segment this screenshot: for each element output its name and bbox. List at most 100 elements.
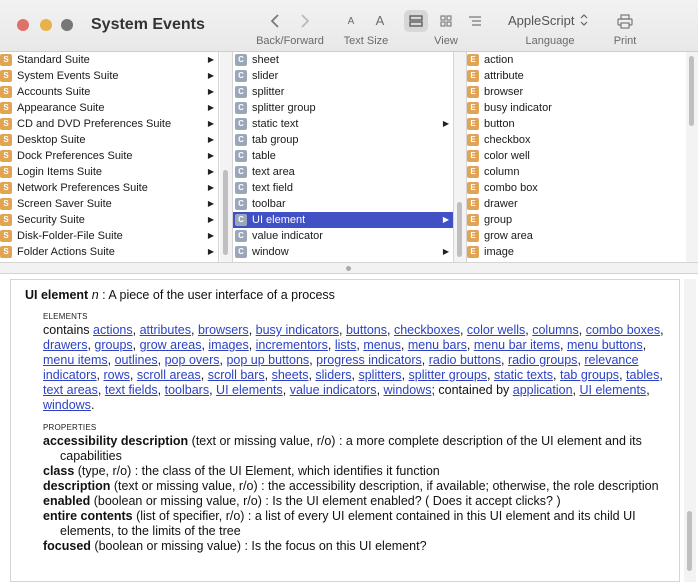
element-link[interactable]: value indicators xyxy=(290,383,377,397)
class-item[interactable]: Ctoolbar xyxy=(233,196,453,212)
suites-scrollbar[interactable] xyxy=(220,52,232,262)
element-item[interactable]: Eimage xyxy=(467,244,685,260)
pane-splitter[interactable] xyxy=(0,262,698,274)
element-link[interactable]: color wells xyxy=(467,323,525,337)
element-link[interactable]: splitters xyxy=(358,368,401,382)
element-link[interactable]: toolbars xyxy=(165,383,209,397)
class-item[interactable]: Ctab group xyxy=(233,132,453,148)
element-item[interactable]: Ebrowser xyxy=(467,84,685,100)
suite-item[interactable]: S Screen Saver Suite ▶ xyxy=(0,196,218,212)
zoom-window-button[interactable] xyxy=(61,19,73,31)
element-link[interactable]: attributes xyxy=(140,323,191,337)
suite-item[interactable]: S Network Preferences Suite ▶ xyxy=(0,180,218,196)
suite-item[interactable]: S Appearance Suite ▶ xyxy=(0,100,218,116)
element-link[interactable]: pop up buttons xyxy=(226,353,309,367)
element-link[interactable]: scroll areas xyxy=(137,368,201,382)
view-list-button[interactable] xyxy=(464,10,486,32)
class-item[interactable]: Csheet xyxy=(233,52,453,68)
element-link[interactable]: browsers xyxy=(198,323,249,337)
class-item[interactable]: C UI element ▶ xyxy=(233,212,453,228)
element-link[interactable]: pop overs xyxy=(165,353,220,367)
language-popup[interactable]: AppleScript xyxy=(500,9,599,31)
class-item[interactable]: Cvalue indicator xyxy=(233,228,453,244)
element-link[interactable]: menu items xyxy=(43,353,108,367)
decrease-text-size-button[interactable]: A xyxy=(343,12,359,30)
element-link[interactable]: menu bar items xyxy=(474,338,560,352)
element-link[interactable]: windows xyxy=(43,398,91,412)
element-link[interactable]: UI elements xyxy=(216,383,283,397)
element-link[interactable]: incrementors xyxy=(256,338,328,352)
element-link[interactable]: radio groups xyxy=(508,353,578,367)
element-link[interactable]: windows xyxy=(384,383,432,397)
minimize-window-button[interactable] xyxy=(40,19,52,31)
forward-button[interactable] xyxy=(296,10,314,32)
class-item[interactable]: Cwindow ▶ xyxy=(233,244,453,260)
class-item[interactable]: Ctext field xyxy=(233,180,453,196)
print-button[interactable] xyxy=(614,10,636,32)
suite-item[interactable]: S Login Items Suite ▶ xyxy=(0,164,218,180)
element-link[interactable]: images xyxy=(208,338,248,352)
suite-item[interactable]: S Desktop Suite ▶ xyxy=(0,132,218,148)
element-item[interactable]: Egroup xyxy=(467,212,685,228)
elements-scrollbar[interactable] xyxy=(686,52,698,262)
element-item[interactable]: Ecombo box xyxy=(467,180,685,196)
element-link[interactable]: tables xyxy=(626,368,659,382)
suite-item[interactable]: S Security Suite ▶ xyxy=(0,212,218,228)
element-item[interactable]: Egrow area xyxy=(467,228,685,244)
class-item[interactable]: Cslider xyxy=(233,68,453,84)
back-button[interactable] xyxy=(266,10,284,32)
element-link[interactable]: outlines xyxy=(115,353,158,367)
element-item[interactable]: Eattribute xyxy=(467,68,685,84)
element-link[interactable]: splitter groups xyxy=(409,368,488,382)
element-link[interactable]: text fields xyxy=(105,383,158,397)
element-link[interactable]: text areas xyxy=(43,383,98,397)
class-item[interactable]: Cstatic text ▶ xyxy=(233,116,453,132)
element-link[interactable]: menu buttons xyxy=(567,338,643,352)
suite-item[interactable]: S Disk-Folder-File Suite ▶ xyxy=(0,228,218,244)
element-link[interactable]: lists xyxy=(335,338,357,352)
element-link[interactable]: buttons xyxy=(346,323,387,337)
element-item[interactable]: Ecolumn xyxy=(467,164,685,180)
increase-text-size-button[interactable]: A xyxy=(372,11,388,29)
classes-scrollbar[interactable] xyxy=(454,52,466,262)
suite-item[interactable]: S Folder Actions Suite ▶ xyxy=(0,244,218,260)
suite-item[interactable]: S Dock Preferences Suite ▶ xyxy=(0,148,218,164)
element-link[interactable]: progress indicators xyxy=(316,353,422,367)
element-link[interactable]: grow areas xyxy=(140,338,202,352)
element-link[interactable]: static texts xyxy=(494,368,553,382)
element-link[interactable]: rows xyxy=(103,368,129,382)
suite-item[interactable]: S System Events Suite ▶ xyxy=(0,68,218,84)
element-link[interactable]: menu bars xyxy=(408,338,467,352)
element-item[interactable]: Ebusy indicator xyxy=(467,100,685,116)
element-link[interactable]: busy indicators xyxy=(256,323,339,337)
element-link[interactable]: actions xyxy=(93,323,133,337)
element-link[interactable]: radio buttons xyxy=(429,353,501,367)
element-link[interactable]: sheets xyxy=(272,368,309,382)
documentation-scrollbar[interactable] xyxy=(684,279,696,582)
element-link[interactable]: UI elements xyxy=(579,383,646,397)
element-link[interactable]: menus xyxy=(363,338,401,352)
class-item[interactable]: Csplitter xyxy=(233,84,453,100)
view-columns-button[interactable] xyxy=(404,10,428,32)
element-link[interactable]: tab groups xyxy=(560,368,619,382)
element-item[interactable]: Echeckbox xyxy=(467,132,685,148)
close-window-button[interactable] xyxy=(17,19,29,31)
element-link[interactable]: application xyxy=(513,383,573,397)
element-link[interactable]: drawers xyxy=(43,338,87,352)
suite-item[interactable]: S Accounts Suite ▶ xyxy=(0,84,218,100)
element-item[interactable]: Eaction xyxy=(467,52,685,68)
suite-item[interactable]: S CD and DVD Preferences Suite ▶ xyxy=(0,116,218,132)
class-item[interactable]: Ctable xyxy=(233,148,453,164)
element-link[interactable]: combo boxes xyxy=(586,323,660,337)
class-item[interactable]: Csplitter group xyxy=(233,100,453,116)
suite-item[interactable]: S Standard Suite ▶ xyxy=(0,52,218,68)
element-item[interactable]: Ebutton xyxy=(467,116,685,132)
element-item[interactable]: Ecolor well xyxy=(467,148,685,164)
element-link[interactable]: groups xyxy=(94,338,132,352)
element-link[interactable]: columns xyxy=(532,323,579,337)
element-link[interactable]: scroll bars xyxy=(208,368,265,382)
view-grid-button[interactable] xyxy=(435,10,457,32)
element-link[interactable]: sliders xyxy=(315,368,351,382)
element-link[interactable]: checkboxes xyxy=(394,323,460,337)
class-item[interactable]: Ctext area xyxy=(233,164,453,180)
